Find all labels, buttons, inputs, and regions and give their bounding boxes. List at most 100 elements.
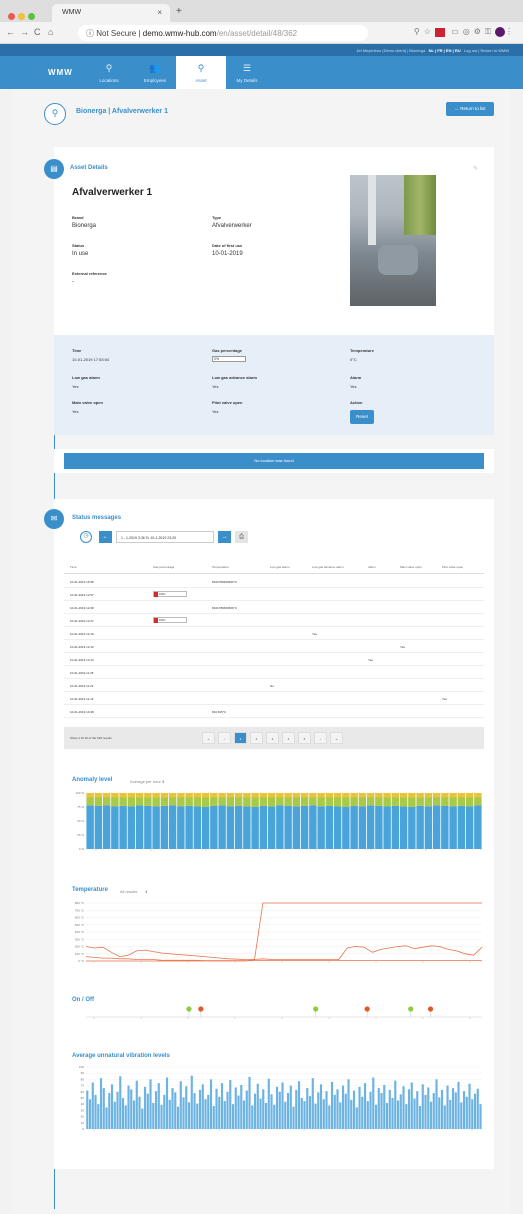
vibration-bar [264, 1102, 268, 1129]
vibration-bar [218, 1096, 221, 1129]
temperature-range-select[interactable]: All results 3 [120, 889, 147, 894]
anomaly-bar-segment [342, 797, 350, 807]
main-valve-value: Yes [72, 409, 79, 414]
page-button[interactable]: 1 [234, 732, 247, 744]
col-time[interactable]: Time [70, 565, 77, 569]
vibration-bar [451, 1088, 455, 1129]
table-row: 10-01-2019 12:47 100% [64, 614, 484, 627]
anomaly-bar-segment [457, 805, 466, 849]
col-low-gas-alarm[interactable]: Low gas alarm [270, 565, 290, 569]
anomaly-bar-segment [127, 797, 136, 807]
anomaly-bar-segment [474, 793, 482, 798]
extension-gear-icon[interactable]: ⚙ [474, 27, 485, 36]
home-icon[interactable]: ⌂ [48, 27, 53, 37]
vibration-bar [418, 1106, 422, 1129]
extension-red-icon[interactable] [434, 27, 445, 37]
wmw-logo[interactable]: WMW [48, 68, 73, 77]
next-range-button[interactable]: → [218, 531, 231, 543]
vibration-bar [396, 1100, 400, 1129]
page-button[interactable]: » [330, 732, 343, 744]
vibration-bar [212, 1106, 215, 1129]
col-temperature[interactable]: Temperature [212, 565, 229, 569]
y-tick-label: 700 °C [75, 908, 85, 912]
page-button[interactable]: « [202, 732, 215, 744]
anomaly-bar-segment [342, 793, 350, 798]
page-button[interactable]: › [314, 732, 327, 744]
vibration-bar [190, 1075, 193, 1129]
anomaly-bar-segment [185, 805, 193, 849]
vibration-bar [435, 1079, 438, 1129]
anomaly-bar-segment [119, 797, 127, 806]
user-strip: Jef Meyenbos (Demo client) | Bionerga NL… [0, 44, 523, 56]
col-low-gas-advance-alarm[interactable]: Low gas advance alarm [312, 565, 344, 569]
new-tab-icon[interactable]: + [176, 6, 182, 17]
print-icon[interactable]: ⎙ [235, 531, 248, 543]
extension-circle-icon[interactable]: ◎ [463, 27, 474, 36]
y-tick-label: 500 °C [75, 923, 85, 927]
anomaly-bar-segment [152, 806, 160, 849]
forward-icon[interactable]: → [20, 27, 29, 37]
anomaly-bar-segment [366, 805, 375, 849]
col-pilot-valve-open[interactable]: Pilot valve open [442, 565, 463, 569]
date-range-input[interactable]: 1 - 1-2019 3:36 To 10-1-2019 23:29 [116, 531, 214, 543]
cast-icon[interactable]: ▭ [451, 27, 463, 36]
vibration-bar [429, 1101, 433, 1129]
type-label: Type [212, 215, 222, 220]
return-to-list-button[interactable]: ← Return to list [446, 102, 494, 116]
vibration-bar [248, 1076, 251, 1129]
y-tick-label: 300 °C [75, 937, 85, 941]
vibration-bar [182, 1097, 185, 1129]
extension-key-icon[interactable]: ⚿ [485, 27, 495, 36]
col-alarm[interactable]: Alarm [368, 565, 376, 569]
gas-percentage-bar: 100% [153, 617, 187, 623]
page-button[interactable]: 2 [250, 732, 263, 744]
account-links[interactable]: Log out | Return to WMW [464, 48, 509, 53]
minimize-window-icon[interactable] [18, 13, 25, 20]
maximize-window-icon[interactable] [28, 13, 35, 20]
col-gas-percentage[interactable]: Gas percentage [153, 565, 174, 569]
close-tab-icon[interactable]: × [157, 8, 162, 17]
vibration-bar [256, 1083, 259, 1129]
page-button[interactable]: 3 [266, 732, 279, 744]
vibration-bar [99, 1078, 103, 1129]
reload-icon[interactable]: C [34, 27, 41, 37]
vibration-bar [231, 1104, 235, 1129]
anomaly-bar-segment [226, 797, 235, 807]
page-button[interactable]: ‹ [218, 732, 231, 744]
nav-my-details[interactable]: ☰ My Details [222, 56, 272, 89]
vibration-bar [132, 1100, 136, 1129]
previous-range-button[interactable]: ← [99, 531, 112, 543]
y-tick-label: 30 [81, 1108, 85, 1112]
nav-employees[interactable]: 👥 Employees [130, 56, 180, 89]
language-switch[interactable]: NL | FR | EN | RU [429, 48, 461, 53]
vibration-bar [270, 1094, 273, 1129]
nav-asset[interactable]: ⚲ Asset [176, 56, 226, 89]
back-icon[interactable]: ← [6, 27, 15, 37]
menu-kebab-icon[interactable]: ⋮ [505, 27, 517, 36]
page-button[interactable]: 5 [298, 732, 311, 744]
bookmark-star-icon[interactable]: ☆ [424, 27, 435, 36]
url-input[interactable]: ⓘ Not Secure | demo.wmw-hub.com/en/asset… [78, 25, 368, 41]
anomaly-bar-segment [177, 793, 185, 798]
col-main-valve-open[interactable]: Main valve open [400, 565, 422, 569]
page-button[interactable]: 4 [282, 732, 295, 744]
vibration-bar [207, 1094, 210, 1129]
profile-avatar[interactable] [495, 27, 505, 37]
browser-tab[interactable]: WMW × [52, 4, 170, 22]
edit-pencil-icon[interactable]: ✎ [473, 165, 478, 172]
anomaly-bar-segment [441, 805, 449, 849]
close-window-icon[interactable] [8, 13, 15, 20]
anomaly-bar-segment [441, 797, 449, 806]
brand-label: Brand [72, 215, 84, 220]
y-tick-label: 0 °C [78, 959, 85, 963]
clock-icon[interactable]: ◷ [80, 531, 92, 543]
nav-locations[interactable]: ⚲ Locations [84, 56, 134, 89]
anomaly-aggregation-select[interactable]: Average per hour 3 [130, 779, 164, 784]
zoom-icon[interactable]: ⚲ [414, 27, 424, 36]
vibration-bar [220, 1083, 224, 1129]
vibration-bar [465, 1096, 468, 1129]
anomaly-bar-segment [267, 797, 276, 807]
y-tick-label: 40 [81, 1102, 85, 1106]
temperature-range-value: 3 [145, 889, 148, 894]
reset-button[interactable]: Reset [350, 410, 374, 424]
